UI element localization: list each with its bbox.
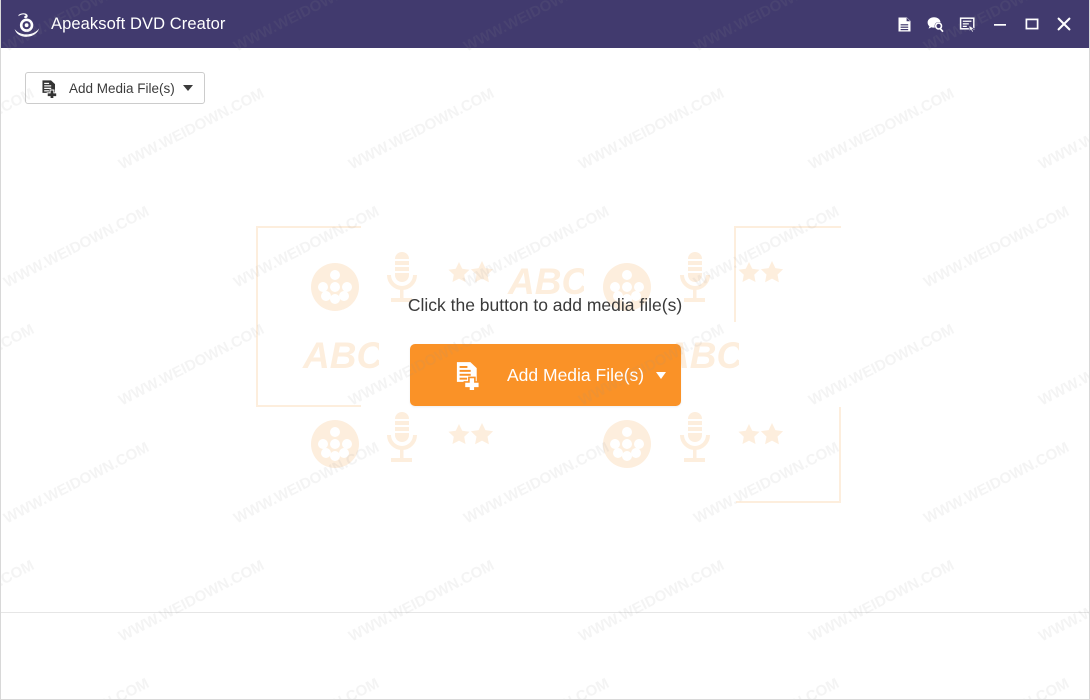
add-media-files-button-primary[interactable]: Add Media File(s) bbox=[410, 344, 681, 406]
stars-icon bbox=[738, 423, 784, 445]
stars-icon bbox=[448, 423, 494, 445]
maximize-icon[interactable] bbox=[1016, 9, 1048, 39]
chevron-down-icon[interactable] bbox=[656, 371, 667, 379]
file-add-icon bbox=[42, 79, 58, 98]
title-bar: Apeaksoft DVD Creator bbox=[1, 0, 1089, 48]
svg-text:ABC: ABC bbox=[302, 335, 379, 376]
microphone-icon bbox=[680, 412, 710, 462]
stars-icon bbox=[738, 261, 784, 283]
add-media-files-label: Add Media File(s) bbox=[507, 364, 645, 385]
media-drop-area[interactable]: ABC ABC ABC Click the button to add medi… bbox=[1, 110, 1089, 611]
film-reel-icon bbox=[603, 420, 651, 468]
add-media-files-label: Add Media File(s) bbox=[69, 80, 175, 96]
register-icon[interactable] bbox=[888, 9, 920, 39]
file-add-icon bbox=[456, 362, 481, 390]
toolbar: Add Media File(s) bbox=[1, 48, 1089, 110]
app-window: Apeaksoft DVD Creator Add Media File(s) … bbox=[0, 0, 1090, 700]
app-title: Apeaksoft DVD Creator bbox=[51, 14, 226, 33]
bottom-settings-panel: Disc Type DVD-5 (4.7G) Aspect Ratio: 16:… bbox=[1, 613, 1089, 699]
drop-zone-hint-text: Click the button to add media file(s) bbox=[407, 295, 683, 315]
minimize-icon[interactable] bbox=[984, 9, 1016, 39]
film-reel-icon bbox=[311, 420, 359, 468]
apeaksoft-swirl-logo bbox=[14, 13, 40, 37]
drop-zone-corner-bottom-right bbox=[736, 407, 841, 503]
feedback-icon[interactable] bbox=[920, 9, 952, 39]
abc-text-icon: ABC bbox=[302, 335, 379, 376]
menu-icon[interactable] bbox=[952, 9, 984, 39]
stars-icon bbox=[448, 261, 494, 283]
chevron-down-icon[interactable] bbox=[182, 85, 193, 91]
window-controls bbox=[888, 9, 1089, 39]
close-icon[interactable] bbox=[1048, 9, 1080, 39]
microphone-icon bbox=[387, 412, 417, 462]
add-media-files-button-toolbar[interactable]: Add Media File(s) bbox=[25, 72, 205, 104]
